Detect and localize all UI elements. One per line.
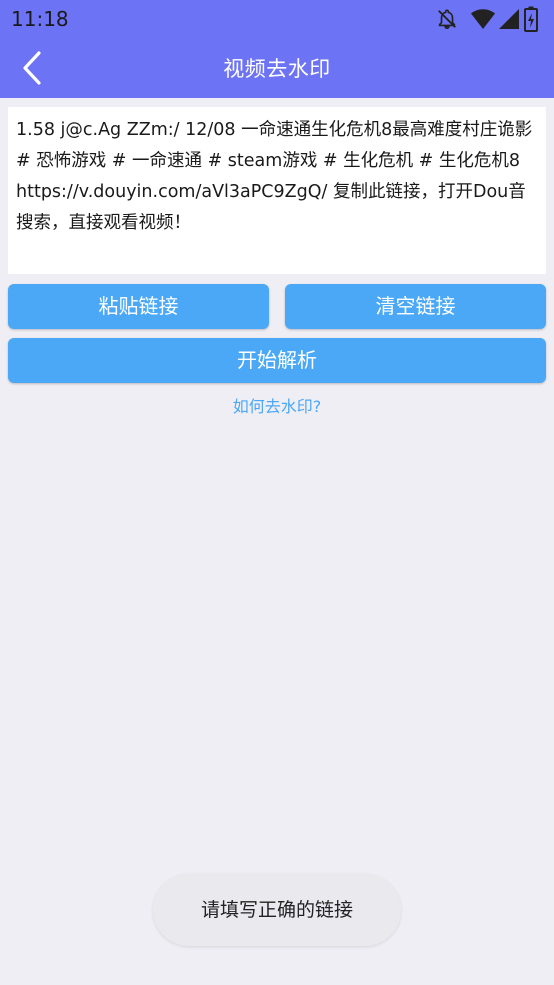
app-bar: 视频去水印 — [0, 38, 554, 98]
clear-link-button[interactable]: 清空链接 — [285, 284, 546, 329]
paste-link-button[interactable]: 粘贴链接 — [8, 284, 269, 329]
page-title: 视频去水印 — [223, 57, 331, 81]
status-time: 11:18 — [11, 7, 69, 31]
status-bar: 11:18 — [0, 0, 554, 38]
battery-charging-icon — [524, 6, 538, 32]
how-to-remove-watermark-link[interactable]: 如何去水印? — [0, 396, 554, 418]
wifi-icon — [471, 9, 495, 30]
toast-message: 请填写正确的链接 — [153, 874, 401, 946]
start-parse-button[interactable]: 开始解析 — [8, 338, 546, 383]
notifications-off-icon — [438, 9, 456, 29]
signal-icon — [499, 9, 519, 29]
link-input[interactable]: 1.58 j@c.Ag ZZm:/ 12/08 一命速通生化危机8最高难度村庄诡… — [8, 107, 546, 274]
